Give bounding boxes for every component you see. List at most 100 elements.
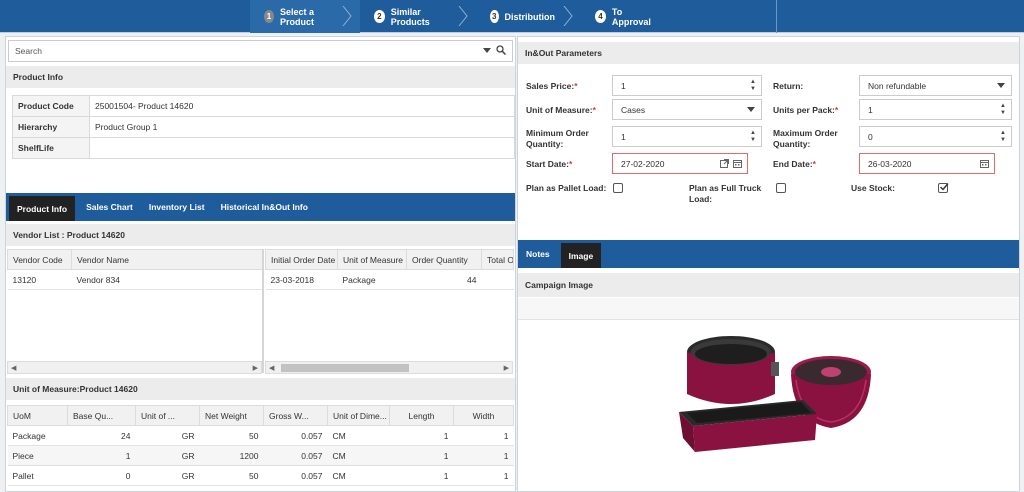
vendor-grid-right: Initial Order Date Unit of Measure Order… [265,249,514,290]
section-title: Vendor List : Product 14620 [13,230,125,240]
wizard-step-1[interactable]: 1 Select a Product [250,0,360,33]
pallet-load-label: Plan as Pallet Load: [526,183,607,193]
chevron-down-icon[interactable] [997,83,1005,88]
end-date-input[interactable]: 26-03-2020 [859,153,995,174]
wizard-step-2[interactable]: 2 Similar Products [360,0,476,33]
tab-inventory-list[interactable]: Inventory List [141,193,213,221]
column-header[interactable]: Unit of Measure [337,249,407,270]
step-number: 1 [264,10,274,23]
cell: 0 [67,465,136,486]
spinner-icon[interactable]: ▲ ▼ [750,130,756,144]
column-header[interactable]: Width [453,405,514,426]
inout-header: In&Out Parameters [518,42,1019,64]
column-header[interactable]: Total O [481,249,514,270]
grid-splitter[interactable] [262,249,264,373]
pallet-load-checkbox[interactable] [613,183,623,193]
return-select[interactable]: Non refundable [859,75,1012,96]
info-key: ShelfLife [12,137,90,159]
column-header[interactable]: Base Qu... [67,405,136,426]
cell: 0.057 [263,425,328,446]
cell: CM [327,465,390,486]
wizard-step-3[interactable]: 3 Distribution [476,0,581,33]
cell: CM [327,445,390,466]
column-header[interactable]: Vendor Code [7,249,72,270]
column-header[interactable]: Unit of Dime... [327,405,390,426]
cell: Pallet [7,465,68,486]
truck-load-checkbox[interactable] [776,183,786,193]
field-value: 1 [621,80,626,91]
column-header[interactable]: Gross W... [263,405,328,426]
column-header[interactable]: Length [389,405,454,426]
cell: 24 [67,425,136,446]
column-header[interactable]: Unit of ... [135,405,200,426]
arrow-right-icon[interactable]: ▶ [253,364,258,372]
cell: CM [327,425,390,446]
horizontal-scrollbar[interactable]: ◀ ▶ [265,361,513,374]
section-title: In&Out Parameters [525,48,602,58]
spinner-icon[interactable]: ▲ ▼ [1000,130,1006,144]
chevron-down-icon[interactable] [483,47,491,53]
wizard-steps: 1 Select a Product 2 Similar Products 3 … [250,0,681,33]
external-link-icon[interactable] [720,159,729,168]
cell: Package [7,425,68,446]
tab-image[interactable]: Image [560,243,602,268]
column-header[interactable]: Net Weight [199,405,264,426]
media-tabs: Notes Image [518,240,1019,268]
sales-price-input[interactable]: 1 ▲ ▼ [612,75,762,96]
column-header[interactable]: Initial Order Date [265,249,338,270]
chevron-down-icon[interactable] [747,107,755,112]
spinner-icon[interactable]: ▲ ▼ [750,79,756,93]
column-header[interactable]: Vendor Name [71,249,263,270]
table-row[interactable]: 13120 Vendor 834 [7,269,263,290]
wizard-step-4[interactable]: 4 To Approval [581,0,681,33]
column-header[interactable]: UoM [7,405,68,426]
step-label: Similar Products [390,6,430,27]
uom-grid: UoM Base Qu... Unit of ... Net Weight Gr… [7,405,514,486]
tab-product-info[interactable]: Product Info [9,196,76,221]
cell: 0.057 [263,465,328,486]
uom-select[interactable]: Cases [612,99,762,120]
check-icon [940,183,949,191]
cell: 1200 [199,445,264,466]
field-value: 1 [621,131,626,142]
calendar-icon[interactable] [733,159,742,168]
table-row[interactable]: 23-03-2018 Package 44 [265,269,514,290]
scroll-thumb[interactable] [281,364,409,372]
uom-label: Unit of Measure:* [526,105,596,115]
max-order-input[interactable]: 0 ▲ ▼ [859,126,1012,147]
info-row: ShelfLife [12,137,515,159]
max-order-label: Maximum Order Quantity: [773,128,838,149]
info-value: 25001504- Product 14620 [89,95,515,117]
product-tabs: Product Info Sales Chart Inventory List … [6,193,515,221]
spinner-icon[interactable]: ▲ ▼ [1000,103,1006,117]
start-date-input[interactable]: 27-02-2020 [612,153,748,174]
step-label: Distribution [504,11,556,22]
units-per-pack-input[interactable]: 1 ▲ ▼ [859,99,1012,120]
cell: GR [135,465,200,486]
chevron-right-icon [458,6,468,26]
tab-historical-inout[interactable]: Historical In&Out Info [213,193,316,221]
arrow-left-icon[interactable]: ◀ [11,364,16,372]
arrow-left-icon[interactable]: ◀ [269,364,274,372]
table-row[interactable]: Package 24 GR 50 0.057 CM 1 1 [7,425,514,446]
arrow-right-icon[interactable]: ▶ [504,364,509,372]
campaign-image [521,322,1016,490]
section-title: Unit of Measure:Product 14620 [13,384,138,394]
table-row[interactable]: Pallet 0 GR 50 0.057 CM 1 1 [7,465,514,486]
calendar-icon[interactable] [980,159,989,168]
product-search-input[interactable]: Search [8,40,513,62]
min-order-input[interactable]: 1 ▲ ▼ [612,126,762,147]
search-icon[interactable] [496,45,506,55]
section-title: Product Info [13,72,64,82]
tab-notes[interactable]: Notes [518,240,558,268]
use-stock-checkbox[interactable] [938,183,949,193]
cell: 1 [389,425,454,446]
campaign-image-header: Campaign Image [518,273,1019,297]
column-header[interactable]: Order Quantity [406,249,482,270]
tab-sales-chart[interactable]: Sales Chart [78,193,141,221]
cell: 1 [453,465,514,486]
horizontal-scrollbar[interactable]: ◀ ▶ [7,361,262,374]
field-value: Cases [621,104,646,115]
table-row[interactable]: Piece 1 GR 1200 0.057 CM 1 1 [7,445,514,466]
cell [481,269,514,290]
